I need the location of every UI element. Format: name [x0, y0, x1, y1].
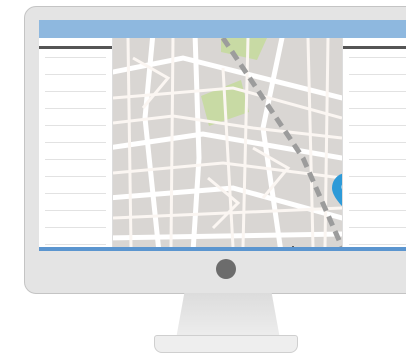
panel-row-divider: [45, 142, 106, 143]
panel-row-divider: [349, 91, 406, 92]
panel-row-divider: [45, 244, 106, 245]
app-footer-bar: [39, 247, 406, 251]
panel-row-divider: [349, 57, 406, 58]
left-panel-header: [39, 46, 112, 49]
map-view[interactable]: [113, 38, 342, 247]
panel-row-divider: [349, 142, 406, 143]
app-header-bar: [39, 20, 406, 38]
panel-row-divider: [349, 210, 406, 211]
panel-row-divider: [45, 176, 106, 177]
panel-row-divider: [45, 125, 106, 126]
right-panel-header: [343, 46, 406, 49]
right-panel-rows: [343, 57, 406, 245]
left-panel-rows: [39, 57, 112, 245]
power-button-icon[interactable]: [216, 259, 236, 279]
panel-row-divider: [45, 210, 106, 211]
panel-row-divider: [349, 108, 406, 109]
panel-row-divider: [45, 227, 106, 228]
monitor-stand-base: [154, 335, 298, 353]
panel-row-divider: [349, 125, 406, 126]
map-canvas[interactable]: [113, 38, 342, 247]
right-sidebar-panel: [342, 38, 406, 247]
left-sidebar-panel: [39, 38, 113, 247]
panel-row-divider: [349, 227, 406, 228]
monitor-stand-neck: [176, 293, 280, 339]
panel-row-divider: [45, 74, 106, 75]
panel-row-divider: [349, 193, 406, 194]
panel-row-divider: [45, 57, 106, 58]
road: [169, 38, 175, 247]
panel-row-divider: [45, 108, 106, 109]
map-pin-icon[interactable]: [330, 172, 342, 212]
panel-row-divider: [349, 244, 406, 245]
panel-row-divider: [349, 176, 406, 177]
panel-row-divider: [349, 159, 406, 160]
monitor-screen: [39, 20, 406, 251]
panel-row-divider: [45, 193, 106, 194]
panel-row-divider: [45, 91, 106, 92]
desktop-monitor-illustration: [0, 0, 406, 355]
panel-row-divider: [45, 159, 106, 160]
panel-row-divider: [349, 74, 406, 75]
